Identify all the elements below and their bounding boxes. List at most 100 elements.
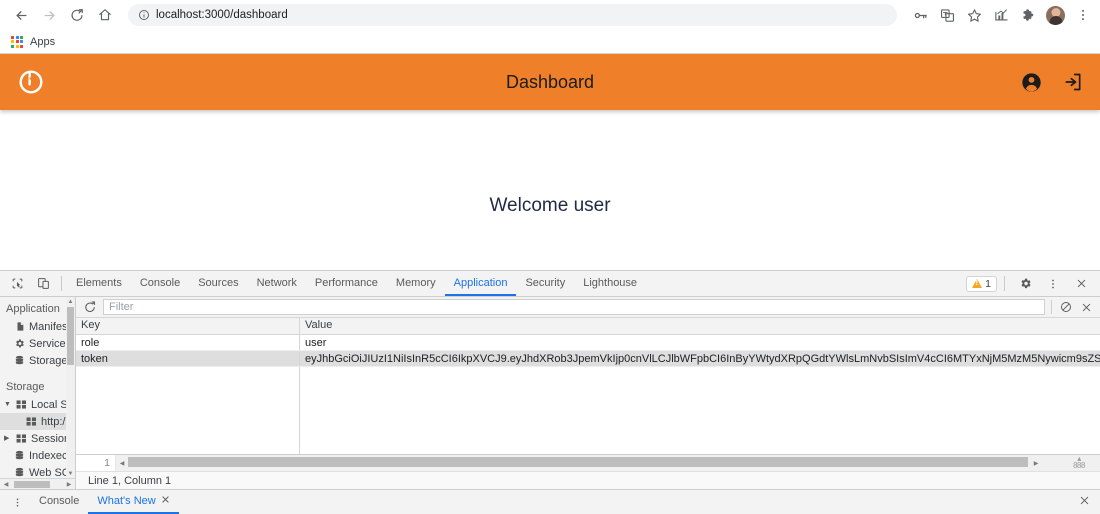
b-circle-logo[interactable] [16,67,46,97]
storage-database-icon [14,355,25,366]
delete-selected-icon[interactable] [1079,300,1094,315]
drawer-tab-label: Console [39,495,80,507]
device-toolbar-icon[interactable] [30,272,56,296]
column-header-value[interactable]: Value [300,318,1100,334]
devtools-tab-console[interactable]: Console [131,271,189,296]
line-number-gutter: 1 [76,455,116,471]
devtools-tab-application[interactable]: Application [444,271,517,296]
divider [61,276,62,291]
table-icon [16,399,27,410]
sidebar-horizontal-scrollbar[interactable]: ◀ ▶ [0,478,75,489]
extensions-puzzle-icon[interactable] [1019,6,1037,24]
table-row[interactable]: role user [76,335,1100,351]
chevron-down-icon[interactable]: ▼ [4,401,12,408]
column-header-key[interactable]: Key [76,318,300,334]
empty-key-column [76,367,300,454]
chrome-menu-icon[interactable] [1074,6,1092,24]
page-info-icon[interactable] [138,9,150,21]
sidebar-item-label: Web SC [29,466,70,479]
bookmark-star-icon[interactable] [965,6,983,24]
warning-triangle-icon [972,279,983,288]
sidebar-item-session-storage[interactable]: ▶ Session [0,430,75,447]
drawer-tab-whats-new[interactable]: What's New [88,489,179,514]
apps-grid-icon[interactable] [11,35,23,48]
sidebar-item-label: Manifes [29,320,68,333]
table-icon [26,416,37,427]
profile-avatar[interactable] [1046,5,1065,25]
drawer-close-button[interactable] [1079,495,1100,509]
devtools-tab-sources[interactable]: Sources [189,271,247,296]
devtools-tabbar: Elements Console Sources Network Perform… [0,271,1100,297]
scroll-up-arrow-icon[interactable]: ▲ [66,297,75,306]
browser-chrome: localhost:3000/dashboard Apps [0,0,1100,54]
bookmark-apps-label[interactable]: Apps [30,36,55,48]
sidebar-item-indexeddb[interactable]: Indexec [0,447,75,464]
empty-value-column [300,367,1100,454]
sidebar-item-storage[interactable]: Storage [0,352,75,369]
scroll-left-arrow-icon[interactable]: ◀ [116,460,128,467]
page-title: Dashboard [505,71,595,92]
reload-icon[interactable] [64,2,90,28]
more-vertical-icon[interactable] [4,490,30,514]
app-header: Dashboard [0,54,1100,110]
home-icon[interactable] [92,2,118,28]
chevron-right-icon[interactable]: ▶ [4,435,12,442]
refresh-icon[interactable] [82,300,97,315]
sidebar-item-label: Service [29,337,66,350]
sidebar-group-application: Application [6,303,60,315]
clear-all-icon[interactable] [1058,300,1073,315]
filter-input[interactable] [103,299,1045,315]
divider [1004,276,1005,291]
devtools-tab-memory[interactable]: Memory [387,271,445,296]
sidebar-item-local-storage[interactable]: ▼ Local St [0,396,75,413]
table-row[interactable]: token eyJhbGciOiJIUzI1NiIsInR5cCI6IkpXVC… [76,351,1100,367]
key-icon[interactable] [911,6,929,24]
translate-icon[interactable] [938,6,956,24]
sidebar-item-local-storage-origin[interactable]: http:/ [0,413,75,430]
account-circle-icon[interactable] [1020,71,1042,93]
forward-arrow-icon[interactable] [36,2,62,28]
table-icon [16,433,27,444]
more-vertical-icon[interactable] [1040,272,1066,296]
application-sidebar: Application Manifes Service Storage Stor… [0,297,76,489]
table-header-row: Key Value [76,318,1100,335]
sidebar-item-service-workers[interactable]: Service [0,335,75,352]
devtools-tab-security[interactable]: Security [516,271,574,296]
devtools-tab-lighthouse[interactable]: Lighthouse [574,271,646,296]
preview-horizontal-scrollbar[interactable]: ◀ ▶ ▴ 888 [116,455,1100,471]
devtools-tab-performance[interactable]: Performance [306,271,387,296]
page-viewport: Dashboard Welcome user [0,54,1100,294]
header-actions [1020,71,1084,93]
devtools-tab-network[interactable]: Network [248,271,306,296]
sidebar-item-label: Indexec [29,449,68,462]
preview-scroll-thumb[interactable] [128,457,1028,467]
address-bar[interactable]: localhost:3000/dashboard [128,4,897,26]
cell-value: eyJhbGciOiJIUzI1NiIsInR5cCI6IkpXVCJ9.eyJ… [305,353,1100,365]
sidebar-item-label: Session [31,432,71,445]
scroll-down-arrow-icon[interactable]: ▼ [66,469,75,478]
gear-icon[interactable] [1012,272,1038,296]
close-icon[interactable] [161,489,170,513]
analytics-icon[interactable] [992,6,1010,24]
back-arrow-icon[interactable] [8,2,34,28]
sidebar-item-label: Local St [31,398,71,411]
warning-count: 1 [985,277,991,290]
sidebar-scroll-thumb[interactable] [67,307,74,365]
scroll-right-arrow-icon[interactable]: ▶ [63,481,75,488]
logout-icon[interactable] [1062,71,1084,93]
sidebar-divider [0,369,75,377]
warning-badge[interactable]: 1 [966,275,997,292]
inspect-element-icon[interactable] [4,272,30,296]
sidebar-hscroll-thumb[interactable] [14,481,50,488]
sidebar-item-websql[interactable]: Web SC [0,464,75,478]
devtools-tab-elements[interactable]: Elements [67,271,131,296]
cell-key: token [76,351,300,366]
browser-toolbar: localhost:3000/dashboard [0,0,1100,30]
preview-stepper-icon[interactable]: ▴ 888 [1062,455,1096,470]
scroll-right-arrow-icon[interactable]: ▶ [1030,460,1042,467]
drawer-tab-console[interactable]: Console [30,490,88,514]
divider [1051,300,1052,314]
sidebar-item-manifest[interactable]: Manifes [0,318,75,335]
scroll-left-arrow-icon[interactable]: ◀ [0,481,12,488]
close-icon[interactable] [1068,272,1094,296]
